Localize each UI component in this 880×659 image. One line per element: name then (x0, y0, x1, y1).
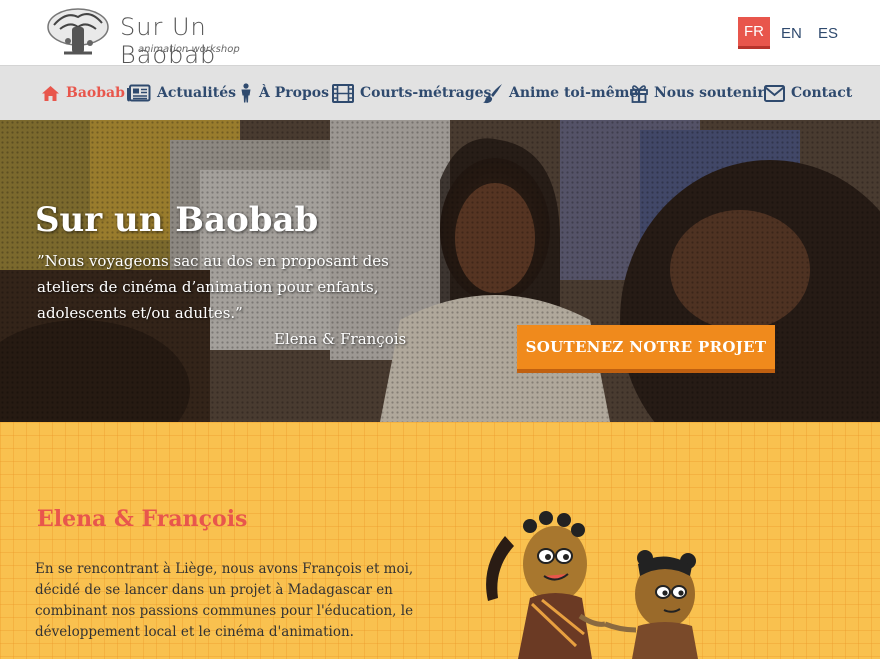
nav-item-baobab[interactable]: Baobab (41, 80, 125, 106)
home-icon (42, 85, 59, 101)
section-title: Elena & François (37, 506, 248, 532)
nav-item-anime-toi-meme[interactable]: Anime toi-même (482, 80, 638, 106)
nav-item-a-propos[interactable]: À Propos (239, 80, 329, 106)
language-es-button[interactable]: ES (812, 17, 844, 49)
nav-item-label: Actualités (157, 85, 236, 101)
newspaper-icon (127, 84, 151, 102)
section-text: En se rencontrant à Liège, nous avons Fr… (35, 561, 414, 640)
nav-item-label: À Propos (259, 85, 329, 101)
nav-item-label: Courts-métrages (360, 85, 492, 101)
nav-item-label: Nous soutenir (654, 85, 765, 101)
nav-item-courts-metrages[interactable]: Courts-métrages (332, 80, 491, 106)
logo-subtitle: animation workshop (138, 44, 240, 55)
person-icon (241, 83, 251, 103)
hero-title: Sur un Baobab (35, 200, 319, 240)
logo-title: Sur Un Baobab (120, 13, 217, 69)
nav-item-label: Anime toi-même (509, 85, 639, 101)
site-header: Sur Un Baobab animation workshop FR EN E… (0, 0, 880, 69)
film-icon (332, 83, 354, 103)
hero-banner: Sur un Baobab ”Nous voyageons sac au dos… (0, 120, 880, 422)
nav-item-contact[interactable]: Contact (764, 80, 852, 106)
puppet-characters-illustration (486, 511, 698, 659)
language-en-button[interactable]: EN (775, 17, 808, 49)
hero-quote: ”Nous voyageons sac au dos en proposant … (37, 252, 389, 322)
about-section: Elena & François En se rencontrant à Liè… (0, 422, 880, 659)
support-project-button[interactable]: SOUTENEZ NOTRE PROJET (517, 325, 775, 373)
language-fr-button[interactable]: FR (738, 17, 770, 49)
gift-icon (630, 84, 648, 103)
hero-quote-author: Elena & François (274, 330, 407, 348)
envelope-icon (764, 84, 785, 102)
nav-item-nous-soutenir[interactable]: Nous soutenir (630, 80, 765, 106)
site-logo[interactable]: Sur Un Baobab animation workshop (46, 7, 256, 69)
baobab-logo-icon (47, 8, 109, 55)
nav-item-label: Contact (791, 85, 853, 101)
nav-item-label: Baobab (66, 85, 125, 101)
paintbrush-icon (483, 83, 502, 103)
nav-item-actualites[interactable]: Actualités (127, 80, 236, 106)
main-nav: Baobab Actualités À Propos Courts-métrag… (0, 65, 880, 120)
